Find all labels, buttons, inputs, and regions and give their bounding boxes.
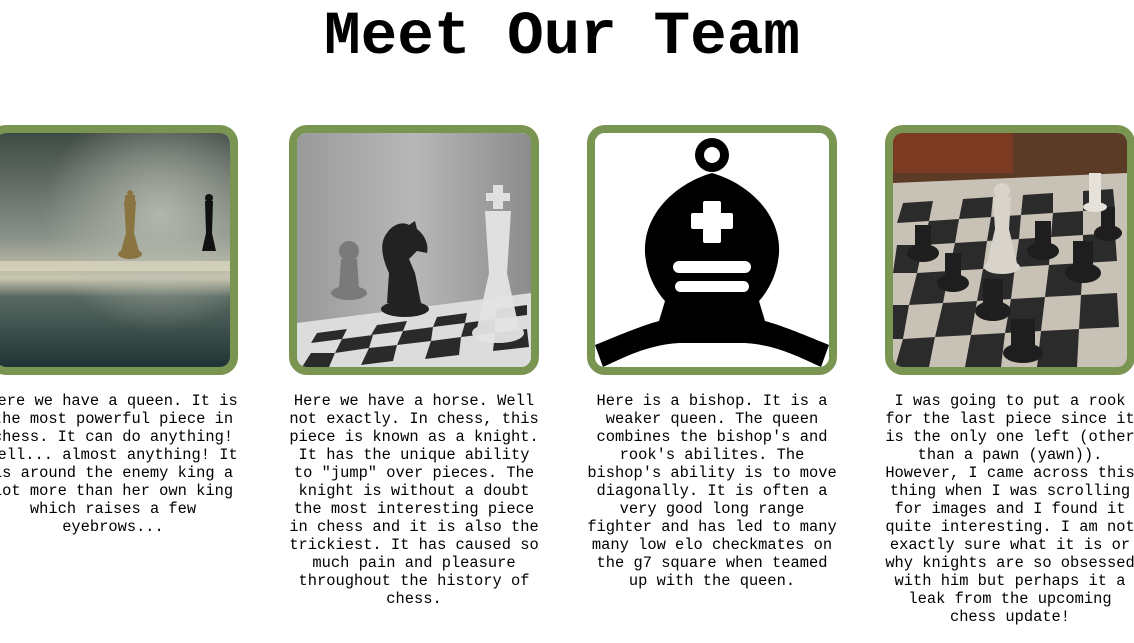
page-title: Meet Our Team [324,3,800,72]
team-card-bishop: Here is a bishop. It is a weaker queen. … [587,125,837,590]
queen-image [0,133,230,367]
mystery-caption: I was going to put a rook for the last p… [885,392,1134,626]
queen-photo [0,125,238,375]
knight-image [297,133,531,367]
knight-caption: Here we have a horse. Well not exactly. … [289,392,539,608]
queen-caption: Here we have a queen. It is the most pow… [0,392,238,536]
bishop-icon [587,125,837,375]
team-card-queen: Here we have a queen. It is the most pow… [0,125,238,536]
chessboard-image [893,133,1127,367]
team-card-mystery: I was going to put a rook for the last p… [885,125,1134,626]
chessboard-photo [885,125,1134,375]
team-card-knight: Here we have a horse. Well not exactly. … [289,125,539,608]
bishop-glyph [595,133,829,367]
bishop-caption: Here is a bishop. It is a weaker queen. … [587,392,837,590]
knight-photo [289,125,539,375]
